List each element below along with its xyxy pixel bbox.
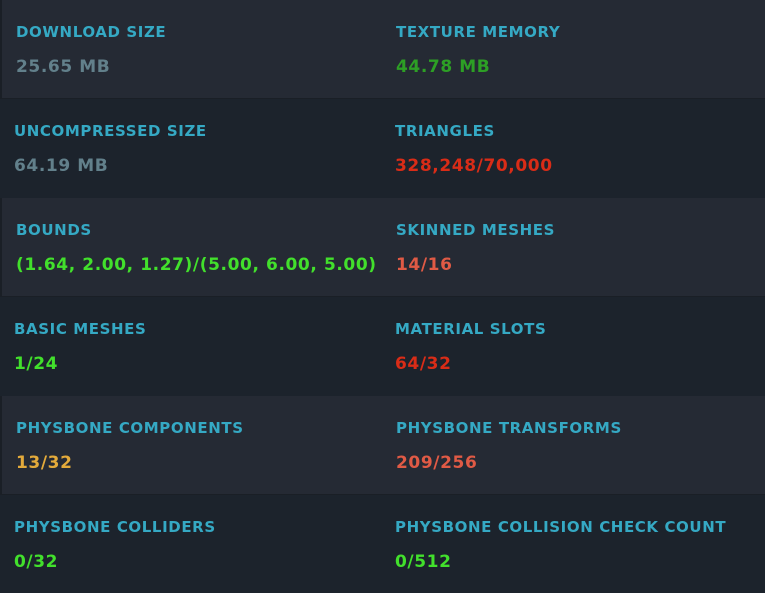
stat-row: DOWNLOAD SIZE 25.65 MB TEXTURE MEMORY 44… <box>0 0 765 99</box>
stat-physbone-transforms: PHYSBONE TRANSFORMS 209/256 <box>382 396 765 494</box>
stat-label: BASIC MESHES <box>14 320 147 338</box>
stat-label: TEXTURE MEMORY <box>396 23 561 41</box>
stat-value: 44.78 MB <box>396 57 491 77</box>
stat-value: 328,248/70,000 <box>395 156 553 176</box>
stat-physbone-collision-check-count: PHYSBONE COLLISION CHECK COUNT 0/512 <box>381 495 765 593</box>
stat-label: PHYSBONE COMPONENTS <box>16 419 244 437</box>
stat-physbone-components: PHYSBONE COMPONENTS 13/32 <box>2 396 382 494</box>
stat-label: UNCOMPRESSED SIZE <box>14 122 207 140</box>
stat-row: PHYSBONE COLLIDERS 0/32 PHYSBONE COLLISI… <box>0 495 765 593</box>
stat-row: PHYSBONE COMPONENTS 13/32 PHYSBONE TRANS… <box>0 396 765 495</box>
stat-value: (1.64, 2.00, 1.27)/(5.00, 6.00, 5.00) <box>16 255 377 275</box>
stat-value: 25.65 MB <box>16 57 111 77</box>
stat-label: PHYSBONE TRANSFORMS <box>396 419 622 437</box>
stat-label: SKINNED MESHES <box>396 221 556 239</box>
stat-download-size: DOWNLOAD SIZE 25.65 MB <box>2 0 382 98</box>
stat-label: PHYSBONE COLLIDERS <box>14 518 216 536</box>
stat-label: BOUNDS <box>16 221 92 239</box>
stat-row: UNCOMPRESSED SIZE 64.19 MB TRIANGLES 328… <box>0 99 765 198</box>
stat-label: TRIANGLES <box>395 122 495 140</box>
stat-bounds: BOUNDS (1.64, 2.00, 1.27)/(5.00, 6.00, 5… <box>2 198 382 296</box>
stat-physbone-colliders: PHYSBONE COLLIDERS 0/32 <box>0 495 381 593</box>
stat-value: 1/24 <box>14 354 59 374</box>
stat-value: 209/256 <box>396 453 478 473</box>
stat-value: 14/16 <box>396 255 453 275</box>
stat-skinned-meshes: SKINNED MESHES 14/16 <box>382 198 765 296</box>
stat-row: BASIC MESHES 1/24 MATERIAL SLOTS 64/32 <box>0 297 765 396</box>
stat-value: 64/32 <box>395 354 452 374</box>
stat-basic-meshes: BASIC MESHES 1/24 <box>0 297 381 396</box>
stat-label: PHYSBONE COLLISION CHECK COUNT <box>395 518 727 536</box>
stat-texture-memory: TEXTURE MEMORY 44.78 MB <box>382 0 765 98</box>
performance-stats-panel: DOWNLOAD SIZE 25.65 MB TEXTURE MEMORY 44… <box>0 0 765 593</box>
stat-triangles: TRIANGLES 328,248/70,000 <box>381 99 765 198</box>
stat-label: MATERIAL SLOTS <box>395 320 547 338</box>
stat-value: 0/512 <box>395 552 452 572</box>
stat-value: 0/32 <box>14 552 59 572</box>
stat-label: DOWNLOAD SIZE <box>16 23 167 41</box>
stat-uncompressed-size: UNCOMPRESSED SIZE 64.19 MB <box>0 99 381 198</box>
stat-row: BOUNDS (1.64, 2.00, 1.27)/(5.00, 6.00, 5… <box>0 198 765 297</box>
stat-material-slots: MATERIAL SLOTS 64/32 <box>381 297 765 396</box>
stat-value: 13/32 <box>16 453 73 473</box>
stat-value: 64.19 MB <box>14 156 109 176</box>
